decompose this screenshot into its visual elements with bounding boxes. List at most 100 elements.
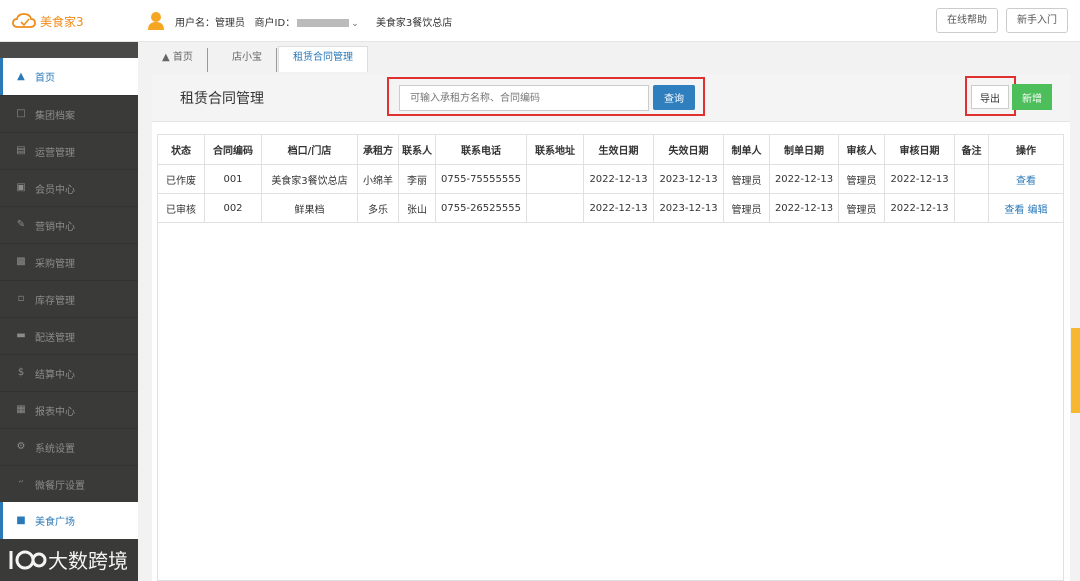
beginner-guide-button[interactable]: 新手入门: [1006, 8, 1068, 33]
sidebar-item-micro-restaurant[interactable]: ״ 微餐厅设置: [0, 465, 138, 502]
sidebar-item-label: 报表中心: [35, 406, 75, 418]
column-header: 制单日期: [769, 134, 839, 165]
cloud-icon: [12, 13, 36, 28]
sidebar-item-label: 系统设置: [35, 443, 75, 455]
table-row: 已审核 002 鲜果档 多乐 张山 0755-26525555 2022-12-…: [157, 193, 1064, 223]
tab-lease-contract[interactable]: 租赁合同管理: [278, 46, 368, 72]
chevron-down-icon[interactable]: ⌄: [351, 19, 359, 29]
sidebar-item-label: 库存管理: [35, 295, 75, 307]
sidebar-item-home[interactable]: ▲ 首页: [0, 58, 138, 95]
column-header: 联系地址: [526, 134, 584, 165]
book-icon: ▩: [16, 256, 26, 267]
tab-dianxiaobao[interactable]: 店小宝: [218, 48, 277, 72]
cell-store: 鲜果档: [261, 193, 358, 223]
column-header: 合同编码: [204, 134, 262, 165]
user-label: 用户名：管理员: [175, 18, 245, 29]
home-icon: ▲: [17, 70, 25, 82]
column-header: 操作: [988, 134, 1064, 165]
cell-actions: 查看: [988, 164, 1064, 194]
report-icon: ▦: [16, 404, 26, 415]
tab-home[interactable]: ▲ 首页: [148, 48, 208, 72]
cell-address: [526, 193, 584, 223]
view-link[interactable]: 查看: [1004, 205, 1024, 216]
store-name[interactable]: 美食家3餐饮总店: [376, 18, 452, 29]
sidebar-item-inventory[interactable]: ▫ 库存管理: [0, 280, 138, 317]
merchant-id-masked: [297, 19, 350, 27]
cell-created-date: 2022-12-13: [769, 164, 839, 194]
cell-status: 已作废: [157, 164, 205, 194]
view-link[interactable]: 查看: [1016, 176, 1036, 187]
sidebar-item-operations[interactable]: ▤ 运营管理: [0, 132, 138, 169]
cell-start-date: 2022-12-13: [583, 193, 654, 223]
edit-link[interactable]: 编辑: [1028, 205, 1048, 216]
sidebar-toggle-strip: [0, 42, 138, 58]
column-header: 制单人: [723, 134, 770, 165]
edit-icon: ✎: [16, 219, 26, 230]
sidebar-item-label: 配送管理: [35, 332, 75, 344]
cell-code: 001: [204, 164, 262, 194]
app-logo[interactable]: 美食家3: [12, 11, 84, 31]
utensils-icon: ״: [17, 478, 25, 489]
sidebar-item-group-archive[interactable]: □ 集团档案: [0, 95, 138, 132]
plaza-icon: ■: [16, 514, 26, 526]
file-icon: □: [16, 108, 26, 119]
column-header: 承租方: [357, 134, 399, 165]
column-header: 备注: [954, 134, 989, 165]
watermark-logo-icon: [9, 550, 47, 569]
money-icon: $: [17, 367, 25, 378]
user-avatar-icon: [148, 12, 164, 30]
sidebar-item-reports[interactable]: ▦ 报表中心: [0, 391, 138, 428]
cell-creator: 管理员: [723, 193, 770, 223]
cell-auditor: 管理员: [838, 164, 885, 194]
home-icon: ▲: [162, 52, 170, 63]
tab-bar: ▲ 首页 店小宝 租赁合同管理: [138, 42, 1080, 72]
cell-contact: 张山: [398, 193, 436, 223]
cell-code: 002: [204, 193, 262, 223]
add-button[interactable]: 新增: [1012, 84, 1052, 110]
sidebar-item-purchasing[interactable]: ▩ 采购管理: [0, 243, 138, 280]
sidebar-item-label: 运营管理: [35, 147, 75, 159]
cell-tenant: 小绵羊: [357, 164, 399, 194]
cell-status: 已审核: [157, 193, 205, 223]
tab-label: 店小宝: [232, 52, 262, 63]
sidebar-item-label: 微餐厅设置: [35, 480, 85, 492]
online-help-button[interactable]: 在线帮助: [936, 8, 998, 33]
sidebar-item-system-settings[interactable]: ⚙ 系统设置: [0, 428, 138, 465]
sidebar-item-marketing[interactable]: ✎ 营销中心: [0, 206, 138, 243]
export-highlight-box: 导出: [965, 76, 1016, 116]
cell-end-date: 2023-12-13: [653, 193, 724, 223]
watermark-text: 大数跨境: [48, 549, 128, 573]
toolbar: 租赁合同管理 查询 导出 新增: [152, 74, 1070, 122]
cell-remark: [954, 193, 989, 223]
floating-side-tab[interactable]: [1071, 328, 1080, 413]
truck-icon: ▬: [16, 330, 26, 341]
card-icon: ▣: [16, 182, 26, 193]
main-area: ▲ 首页 店小宝 租赁合同管理 租赁合同管理 查询 导出 新增 状态 合同编码 …: [138, 42, 1080, 581]
cell-actions: 查看 编辑: [988, 193, 1064, 223]
table-header-row: 状态 合同编码 档口/门店 承租方 联系人 联系电话 联系地址 生效日期 失效日…: [157, 134, 1064, 165]
sidebar-item-label: 首页: [35, 73, 55, 84]
app-name: 美食家3: [40, 14, 84, 29]
top-bar: 美食家3 用户名：管理员 商户ID： ⌄ 美食家3餐饮总店 在线帮助 新手入门: [0, 0, 1080, 42]
search-input[interactable]: [399, 85, 649, 111]
cell-start-date: 2022-12-13: [583, 164, 654, 194]
content-panel: 租赁合同管理 查询 导出 新增 状态 合同编码 档口/门店 承租方 联系人 联系…: [152, 74, 1070, 581]
search-button[interactable]: 查询: [653, 85, 695, 110]
sidebar-item-settlement[interactable]: $ 结算中心: [0, 354, 138, 391]
watermark: 大数跨境: [8, 545, 128, 574]
export-button[interactable]: 导出: [971, 85, 1009, 109]
cell-phone: 0755-75555555: [435, 164, 527, 194]
sidebar-item-food-plaza[interactable]: ■ 美食广场: [0, 502, 138, 539]
cell-address: [526, 164, 584, 194]
cell-remark: [954, 164, 989, 194]
cell-store: 美食家3餐饮总店: [261, 164, 358, 194]
cell-auditor: 管理员: [838, 193, 885, 223]
chart-icon: ▤: [16, 145, 26, 156]
column-header: 生效日期: [583, 134, 654, 165]
column-header: 联系电话: [435, 134, 527, 165]
cell-audited-date: 2022-12-13: [884, 164, 955, 194]
sidebar-item-members[interactable]: ▣ 会员中心: [0, 169, 138, 206]
sidebar-item-delivery[interactable]: ▬ 配送管理: [0, 317, 138, 354]
column-header: 审核日期: [884, 134, 955, 165]
sidebar-item-label: 营销中心: [35, 221, 75, 233]
